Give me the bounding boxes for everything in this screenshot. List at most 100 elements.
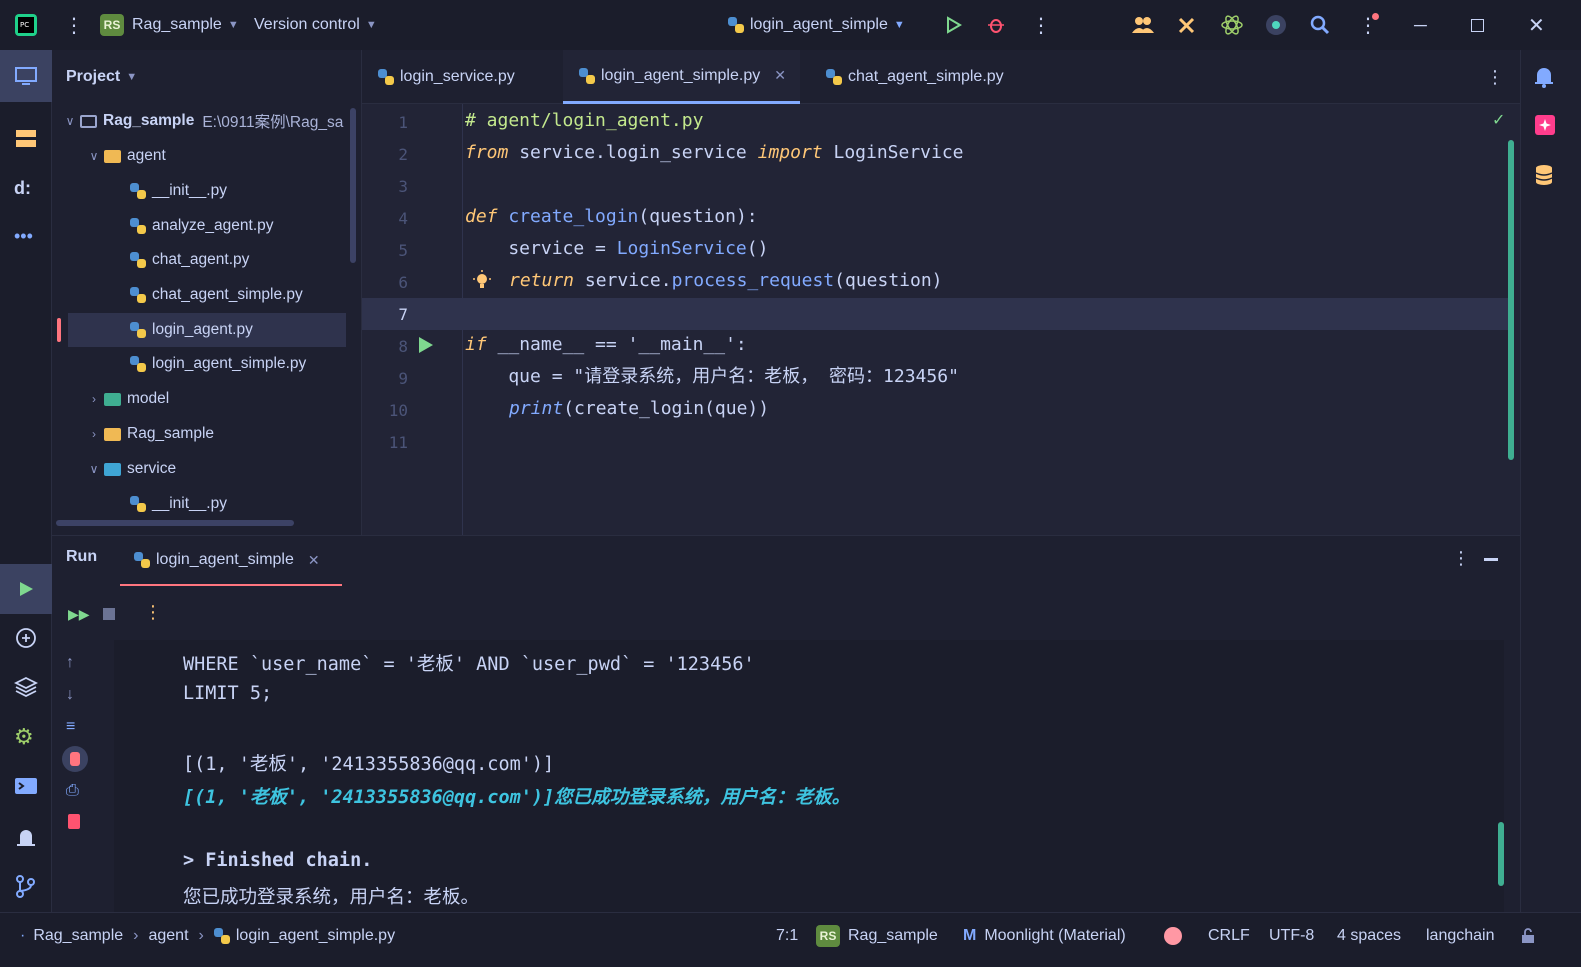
- rerun-icon[interactable]: ▶▶: [68, 606, 90, 623]
- project-panel-title: Project: [66, 68, 121, 85]
- print-icon[interactable]: ⎙: [66, 782, 79, 800]
- tab-login-service[interactable]: login_service.py: [378, 50, 515, 104]
- breadcrumb-item[interactable]: login_agent_simple.py: [236, 927, 395, 945]
- run-config-selector[interactable]: login_agent_simple ▼: [728, 0, 905, 50]
- stop-icon[interactable]: [103, 608, 115, 620]
- hide-panel-icon[interactable]: [1484, 558, 1498, 561]
- search-icon[interactable]: [1310, 0, 1330, 50]
- soft-wrap-icon[interactable]: ≡: [66, 718, 75, 736]
- tree-item-label: login_agent.py: [152, 321, 253, 338]
- services-gear-icon[interactable]: ⚙: [14, 724, 34, 750]
- ai-assistant-icon[interactable]: [1220, 0, 1244, 50]
- lightbulb-icon[interactable]: [472, 270, 492, 297]
- no-problems-check-icon[interactable]: ✓: [1492, 110, 1505, 130]
- more-tools-icon[interactable]: •••: [14, 226, 33, 247]
- app-logo-icon[interactable]: PC: [14, 0, 38, 50]
- python-interpreter[interactable]: langchain: [1426, 913, 1495, 958]
- database-icon[interactable]: [1534, 164, 1554, 191]
- problems-icon[interactable]: [14, 824, 38, 853]
- main-menu-icon[interactable]: ⋮: [64, 0, 84, 50]
- code-editor[interactable]: 1 2 3 4 5 6 7 8 9 10 11 # agent/login_ag…: [362, 104, 1520, 535]
- layers-icon[interactable]: [13, 675, 39, 704]
- scroll-to-end-icon[interactable]: [62, 746, 88, 772]
- tree-item-agent[interactable]: ∨ agent: [84, 139, 384, 173]
- breadcrumb-item[interactable]: agent: [148, 927, 188, 945]
- tree-item-rag-sample[interactable]: › Rag_sample: [84, 417, 384, 451]
- version-control-menu[interactable]: Version control ▼: [254, 0, 377, 50]
- minimize-icon[interactable]: ─: [1414, 0, 1427, 50]
- breadcrumb-item[interactable]: Rag_sample: [33, 927, 123, 945]
- console-line: LIMIT 5;: [183, 683, 273, 704]
- run-tab[interactable]: login_agent_simple ✕: [120, 536, 342, 586]
- tree-item-label: analyze_agent.py: [152, 217, 274, 234]
- tab-options-icon[interactable]: ⋮: [1486, 50, 1504, 104]
- python-file-icon: [213, 927, 230, 944]
- code-line-1: # agent/login_agent.py: [465, 110, 704, 131]
- lock-icon[interactable]: [1520, 913, 1536, 958]
- close-run-tab-icon[interactable]: ✕: [308, 552, 320, 569]
- tree-item-service[interactable]: ∨ service: [84, 452, 384, 486]
- project-status[interactable]: RS Rag_sample: [816, 913, 938, 958]
- close-tab-icon[interactable]: ✕: [774, 67, 786, 84]
- file-encoding[interactable]: UTF-8: [1269, 913, 1314, 958]
- run-tab-label: login_agent_simple: [156, 551, 294, 568]
- console-line: [(1, '老板', '2413355836@qq.com')]: [183, 754, 555, 775]
- build-tools-icon[interactable]: [1177, 0, 1197, 50]
- chevron-down-icon: ∨: [65, 114, 75, 128]
- tree-item-login-agent[interactable]: login_agent.py: [68, 313, 346, 347]
- tab-login-agent-simple[interactable]: login_agent_simple.py ✕: [563, 50, 800, 104]
- status-bar: · Rag_sample › agent › login_agent_simpl…: [0, 912, 1581, 967]
- code-with-me-icon[interactable]: [1131, 0, 1155, 50]
- clear-console-icon[interactable]: [68, 814, 80, 829]
- python-console-icon[interactable]: [14, 626, 38, 655]
- line-number: 10: [388, 401, 408, 420]
- python-file-icon: [130, 496, 146, 512]
- close-window-icon[interactable]: ✕: [1528, 0, 1545, 50]
- tab-chat-agent-simple[interactable]: chat_agent_simple.py: [826, 50, 1004, 104]
- tree-item-label: agent: [127, 147, 166, 164]
- editor-scrollbar[interactable]: [1508, 140, 1514, 460]
- structure-icon[interactable]: [14, 128, 38, 155]
- debug-icon[interactable]: [986, 0, 1006, 50]
- scroll-up-icon[interactable]: ↑: [66, 654, 74, 672]
- right-tool-strip: [1520, 50, 1581, 912]
- status-indicator-icon[interactable]: [1265, 0, 1287, 50]
- settings-menu-icon[interactable]: ⋮: [1358, 0, 1379, 50]
- tree-root[interactable]: ∨ Rag_sample E:\0911案例\Rag_sa: [60, 104, 360, 138]
- run-panel-title: Run: [66, 548, 98, 565]
- scroll-down-icon[interactable]: ↓: [66, 686, 74, 704]
- run-icon[interactable]: [944, 0, 962, 50]
- tab-label: chat_agent_simple.py: [848, 68, 1004, 85]
- console-scrollbar[interactable]: [1498, 822, 1504, 886]
- project-tool-icon[interactable]: [0, 50, 52, 102]
- more-actions-icon[interactable]: ⋮: [1031, 0, 1051, 50]
- maximize-icon[interactable]: [1471, 0, 1484, 50]
- run-more-icon[interactable]: ⋮: [144, 602, 162, 623]
- caret-position[interactable]: 7:1: [776, 913, 798, 958]
- chevron-down-icon: ▼: [227, 19, 239, 31]
- editor-tabs: login_service.py login_agent_simple.py ✕ …: [362, 50, 1520, 104]
- breadcrumb[interactable]: · Rag_sample › agent › login_agent_simpl…: [20, 913, 395, 958]
- terminal-icon[interactable]: [14, 776, 38, 801]
- notifications-bell-icon[interactable]: [1533, 64, 1555, 93]
- status-dot-icon[interactable]: [1164, 913, 1182, 958]
- project-panel-header[interactable]: Project ▼: [52, 50, 361, 104]
- git-branch-icon[interactable]: [14, 874, 36, 903]
- dataframe-icon[interactable]: d:: [14, 178, 31, 199]
- tree-item-model[interactable]: › model: [84, 382, 384, 416]
- project-name: Rag_sample: [132, 16, 222, 33]
- run-gutter-icon[interactable]: [418, 336, 434, 359]
- project-switcher[interactable]: RS Rag_sample ▼: [100, 0, 239, 50]
- python-file-icon: [826, 69, 842, 85]
- ai-chat-icon[interactable]: [1534, 114, 1556, 141]
- console-output[interactable]: WHERE `user_name` = '老板' AND `user_pwd` …: [114, 640, 1504, 913]
- project-horizontal-scrollbar[interactable]: [56, 520, 294, 526]
- project-vertical-scrollbar[interactable]: [350, 108, 356, 263]
- run-options-icon[interactable]: ⋮: [1452, 548, 1470, 569]
- line-separator[interactable]: CRLF: [1208, 913, 1250, 958]
- code-line-2: from service.login_service import LoginS…: [465, 142, 964, 163]
- indent-setting[interactable]: 4 spaces: [1337, 913, 1401, 958]
- theme-selector[interactable]: M Moonlight (Material): [963, 913, 1126, 958]
- tree-item-label: model: [127, 390, 170, 407]
- run-tool-icon[interactable]: [0, 564, 52, 614]
